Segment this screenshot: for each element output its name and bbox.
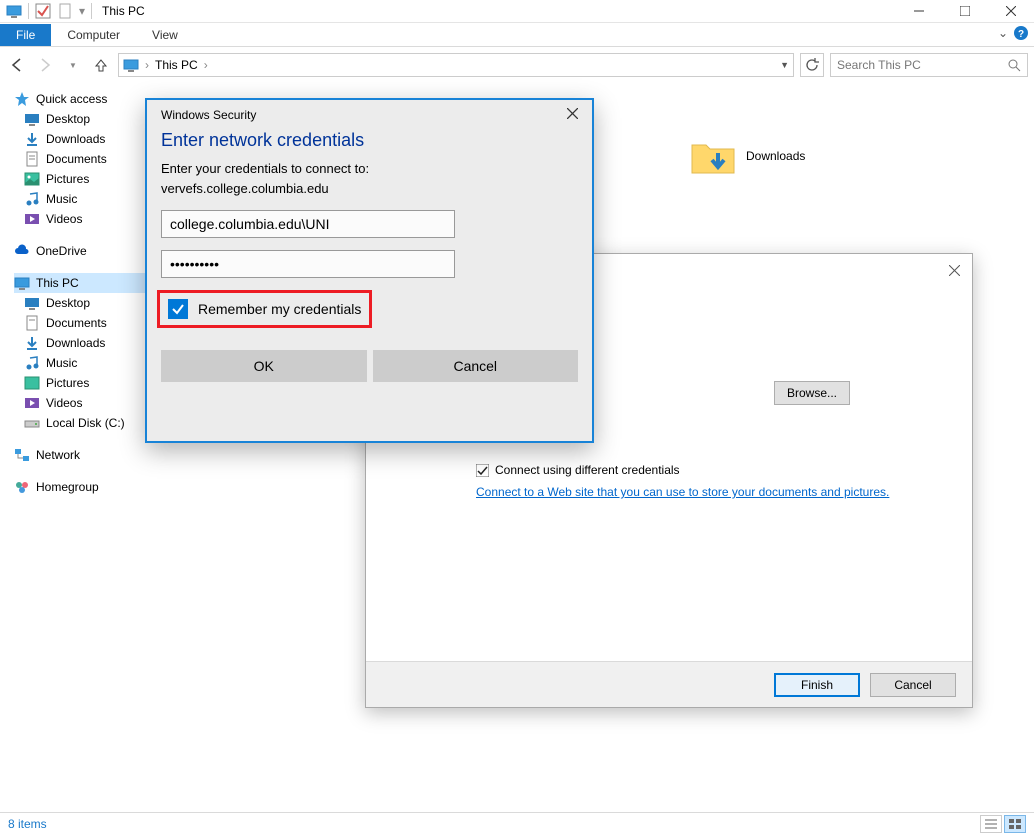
close-icon[interactable] bbox=[944, 260, 964, 280]
cancel-button[interactable]: Cancel bbox=[373, 350, 579, 382]
remember-label: Remember my credentials bbox=[198, 301, 361, 317]
dialog-title: Windows Security bbox=[161, 108, 256, 122]
address-bar[interactable]: › This PC › ▼ bbox=[118, 53, 794, 77]
folder-downloads-icon bbox=[690, 133, 736, 179]
search-input[interactable]: Search This PC bbox=[830, 53, 1028, 77]
homegroup-icon bbox=[14, 479, 30, 495]
music-icon bbox=[24, 191, 40, 207]
minimize-button[interactable] bbox=[896, 0, 942, 23]
checkbox-checked-icon bbox=[476, 464, 489, 477]
cloud-icon bbox=[14, 243, 30, 259]
search-placeholder: Search This PC bbox=[837, 58, 921, 72]
breadcrumb[interactable]: This PC bbox=[155, 58, 198, 72]
search-icon bbox=[1008, 59, 1021, 72]
maximize-button[interactable] bbox=[942, 0, 988, 23]
username-field[interactable] bbox=[161, 210, 455, 238]
browse-button[interactable]: Browse... bbox=[774, 381, 850, 405]
pc-icon bbox=[14, 275, 30, 291]
sidebar-homegroup[interactable]: Homegroup bbox=[14, 477, 190, 497]
check-icon bbox=[171, 302, 185, 316]
ribbon: File Computer View ⌄ ? bbox=[0, 23, 1034, 47]
navigation-bar: ▼ › This PC › ▼ Search This PC bbox=[0, 47, 1034, 83]
recent-dropdown[interactable]: ▼ bbox=[62, 54, 84, 76]
remember-checkbox-highlight: Remember my credentials bbox=[157, 290, 372, 328]
help-icon[interactable]: ? bbox=[1014, 26, 1028, 40]
back-button[interactable] bbox=[6, 54, 28, 76]
star-icon bbox=[14, 91, 30, 107]
address-dropdown-icon[interactable]: ▼ bbox=[780, 60, 789, 70]
drive-icon bbox=[24, 415, 40, 431]
status-bar: 8 items bbox=[0, 812, 1034, 834]
tab-file[interactable]: File bbox=[0, 24, 51, 46]
diff-credentials-checkbox[interactable]: Connect using different credentials bbox=[476, 463, 944, 477]
folder-downloads[interactable]: Downloads bbox=[690, 133, 805, 179]
dialog-prompt: Enter your credentials to connect to: ve… bbox=[147, 159, 592, 198]
network-icon bbox=[14, 447, 30, 463]
close-button[interactable] bbox=[988, 0, 1034, 23]
title-bar: ▾ This PC bbox=[0, 0, 1034, 23]
videos-icon bbox=[24, 395, 40, 411]
dialog-heading: Enter network credentials bbox=[147, 130, 592, 159]
close-icon[interactable] bbox=[567, 108, 578, 122]
videos-icon bbox=[24, 211, 40, 227]
svg-text:?: ? bbox=[1018, 29, 1024, 40]
pictures-icon bbox=[24, 375, 40, 391]
downloads-icon bbox=[24, 335, 40, 351]
cancel-button[interactable]: Cancel bbox=[870, 673, 956, 697]
pc-icon bbox=[6, 3, 22, 19]
remember-checkbox[interactable] bbox=[168, 299, 188, 319]
chevron-right-icon[interactable]: › bbox=[204, 58, 208, 72]
ok-button[interactable]: OK bbox=[161, 350, 367, 382]
window-title: This PC bbox=[102, 4, 145, 18]
qat-dropdown-icon[interactable]: ▾ bbox=[79, 4, 85, 18]
desktop-icon bbox=[24, 295, 40, 311]
up-button[interactable] bbox=[90, 54, 112, 76]
store-online-link[interactable]: Connect to a Web site that you can use t… bbox=[476, 485, 889, 499]
item-count: 8 items bbox=[8, 817, 47, 831]
finish-button[interactable]: Finish bbox=[774, 673, 860, 697]
details-view-icon[interactable] bbox=[980, 815, 1002, 833]
chevron-right-icon[interactable]: › bbox=[145, 58, 149, 72]
credentials-dialog: Windows Security Enter network credentia… bbox=[145, 98, 594, 443]
documents-icon bbox=[24, 315, 40, 331]
tab-computer[interactable]: Computer bbox=[51, 24, 136, 46]
checkbox-icon[interactable] bbox=[35, 3, 51, 19]
sidebar-network[interactable]: Network bbox=[14, 445, 190, 465]
desktop-icon bbox=[24, 111, 40, 127]
documents-icon bbox=[24, 151, 40, 167]
ribbon-expand-icon[interactable]: ⌄ bbox=[998, 26, 1008, 40]
pictures-icon bbox=[24, 171, 40, 187]
pc-icon bbox=[123, 57, 139, 73]
tiles-view-icon[interactable] bbox=[1004, 815, 1026, 833]
downloads-icon bbox=[24, 131, 40, 147]
refresh-button[interactable] bbox=[800, 53, 824, 77]
password-field[interactable] bbox=[161, 250, 455, 278]
tab-view[interactable]: View bbox=[136, 24, 194, 46]
doc-icon[interactable] bbox=[57, 3, 73, 19]
music-icon bbox=[24, 355, 40, 371]
forward-button bbox=[34, 54, 56, 76]
